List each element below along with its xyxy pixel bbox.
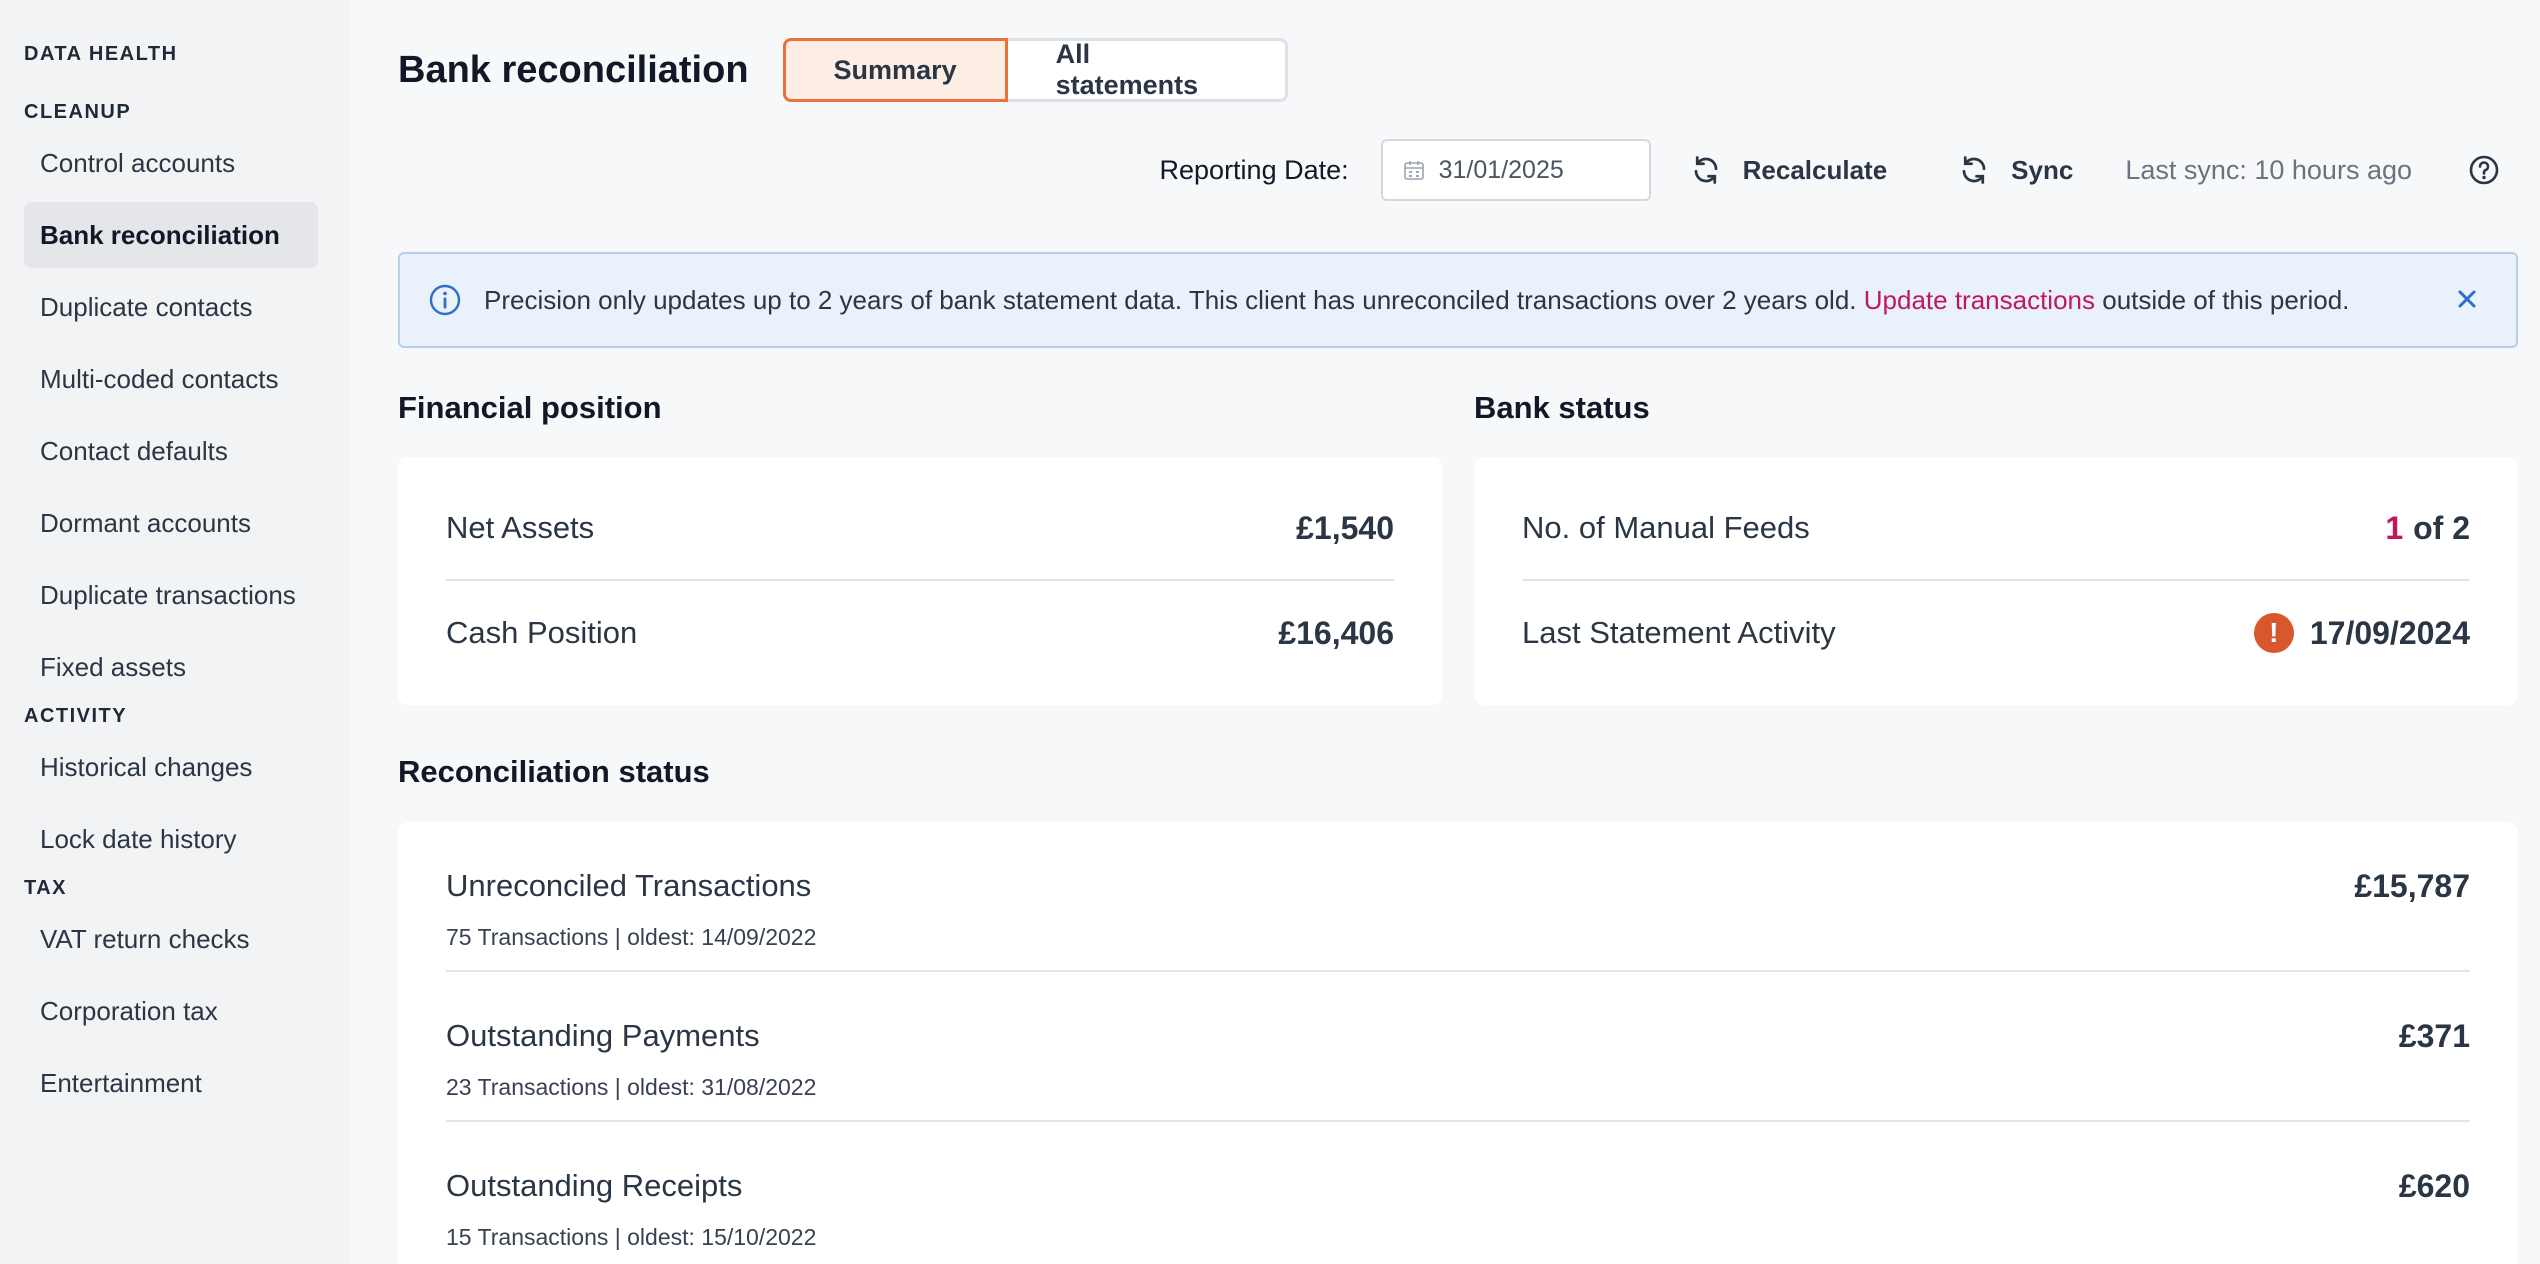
last-statement-activity-date: 17/09/2024 [2309, 614, 2470, 651]
reconciliation-row-amount: £15,787 [2354, 868, 2470, 904]
page-title: Bank reconciliation [398, 48, 749, 91]
cash-position-value: £16,406 [1278, 614, 1394, 651]
info-banner: Precision only updates up to 2 years of … [398, 252, 2518, 348]
reconciliation-row-outstanding-payments[interactable]: Outstanding Payments 23 Transactions | o… [446, 972, 2470, 1122]
last-sync-text: Last sync: 10 hours ago [2125, 154, 2412, 185]
banner-text: Precision only updates up to 2 years of … [484, 285, 2349, 316]
sidebar-item-contact-defaults[interactable]: Contact defaults [24, 418, 318, 484]
sidebar-item-corporation-tax[interactable]: Corporation tax [24, 978, 318, 1044]
sidebar-item-control-accounts[interactable]: Control accounts [24, 130, 318, 196]
reconciliation-row-meta: 75 Transactions | oldest: 14/09/2022 [446, 924, 817, 950]
cash-position-row: Cash Position £16,406 [446, 581, 1394, 685]
reconciliation-status-title: Reconciliation status [398, 754, 710, 789]
sidebar-item-bank-reconciliation[interactable]: Bank reconciliation [24, 202, 318, 268]
last-statement-activity-label: Last Statement Activity [1522, 615, 1836, 650]
tab-group: Summary All statements [782, 38, 1288, 102]
reporting-date-input[interactable]: 31/01/2025 [1380, 139, 1651, 201]
info-icon [429, 284, 461, 316]
financial-position-title: Financial position [398, 390, 662, 425]
bank-status-card: No. of Manual Feeds 1 of 2 Last Statemen… [1474, 457, 2518, 705]
sidebar-item-entertainment[interactable]: Entertainment [24, 1050, 318, 1116]
help-icon[interactable] [2468, 154, 2500, 186]
reconciliation-row-name: Outstanding Receipts [446, 1168, 743, 1203]
cash-position-label: Cash Position [446, 615, 638, 650]
recalculate-button[interactable]: Recalculate [1691, 154, 1888, 186]
net-assets-label: Net Assets [446, 510, 595, 545]
sync-label: Sync [2011, 154, 2074, 185]
manual-feeds-label: No. of Manual Feeds [1522, 510, 1810, 545]
last-statement-activity-row: Last Statement Activity ! 17/09/2024 [1522, 581, 2470, 685]
refresh-icon [1694, 156, 1717, 184]
sidebar-item-duplicate-contacts[interactable]: Duplicate contacts [24, 274, 318, 340]
reconciliation-row-name: Outstanding Payments [446, 1018, 760, 1053]
sidebar-section-data-health: DATA HEALTH [24, 43, 178, 65]
reconciliation-row-outstanding-receipts[interactable]: Outstanding Receipts 15 Transactions | o… [446, 1122, 2470, 1264]
toolbar: Reporting Date: 31/01/2025 Recalculate S… [1160, 138, 2500, 202]
sync-button[interactable]: Sync [1959, 155, 2073, 186]
sidebar-item-duplicate-transactions[interactable]: Duplicate transactions [24, 562, 318, 628]
manual-feeds-row: No. of Manual Feeds 1 of 2 [1522, 477, 2470, 581]
reconciliation-row-meta: 23 Transactions | oldest: 31/08/2022 [446, 1074, 817, 1100]
financial-position-card: Net Assets £1,540 Cash Position £16,406 [398, 457, 1442, 705]
net-assets-value: £1,540 [1296, 509, 1394, 546]
sync-icon [1962, 156, 1986, 184]
sidebar-item-fixed-assets[interactable]: Fixed assets [24, 634, 318, 700]
recalculate-label: Recalculate [1742, 154, 1888, 185]
banner-text-before: Precision only updates up to 2 years of … [484, 284, 1857, 315]
main-content: Bank reconciliation Summary All statemen… [350, 0, 2540, 1264]
reconciliation-status-card: Unreconciled Transactions 75 Transaction… [398, 822, 2518, 1264]
reconciliation-row-amount: £371 [2398, 1018, 2470, 1054]
tab-all-statements[interactable]: All statements [1007, 38, 1288, 102]
sidebar-section-activity: ACTIVITY [24, 705, 128, 727]
reconciliation-row-meta: 15 Transactions | oldest: 15/10/2022 [446, 1224, 817, 1250]
sidebar-section-tax: TAX [24, 877, 68, 899]
reporting-date-value: 31/01/2025 [1438, 155, 1564, 184]
banner-text-after: outside of this period. [2102, 284, 2350, 315]
update-transactions-link[interactable]: Update transactions [1864, 285, 2095, 315]
calendar-icon [1403, 161, 1424, 180]
reconciliation-row-unreconciled[interactable]: Unreconciled Transactions 75 Transaction… [446, 822, 2470, 972]
reconciliation-row-amount: £620 [2398, 1168, 2470, 1204]
bank-status-title: Bank status [1474, 390, 1650, 425]
sidebar-item-dormant-accounts[interactable]: Dormant accounts [24, 490, 318, 556]
last-statement-activity-value: ! 17/09/2024 [2253, 613, 2470, 653]
manual-feeds-total: of 2 [2413, 509, 2470, 546]
close-icon[interactable] [2454, 286, 2480, 312]
warning-icon: ! [2253, 613, 2294, 653]
sidebar-item-historical-changes[interactable]: Historical changes [24, 734, 318, 800]
sidebar-item-multi-coded-contacts[interactable]: Multi-coded contacts [24, 346, 318, 412]
manual-feeds-value: 1 of 2 [2385, 510, 2470, 547]
tab-summary[interactable]: Summary [782, 38, 1008, 102]
sidebar-item-vat-return-checks[interactable]: VAT return checks [24, 906, 318, 972]
manual-feeds-count: 1 [2385, 509, 2404, 546]
net-assets-row: Net Assets £1,540 [446, 477, 1394, 581]
reconciliation-row-name: Unreconciled Transactions [446, 868, 812, 903]
sidebar-section-cleanup: CLEANUP [24, 101, 132, 123]
sidebar-item-lock-date-history[interactable]: Lock date history [24, 806, 318, 872]
title-row: Bank reconciliation Summary All statemen… [398, 38, 1288, 102]
sidebar: DATA HEALTH CLEANUP Control accounts Ban… [0, 0, 350, 1264]
reporting-date-label: Reporting Date: [1159, 154, 1349, 185]
